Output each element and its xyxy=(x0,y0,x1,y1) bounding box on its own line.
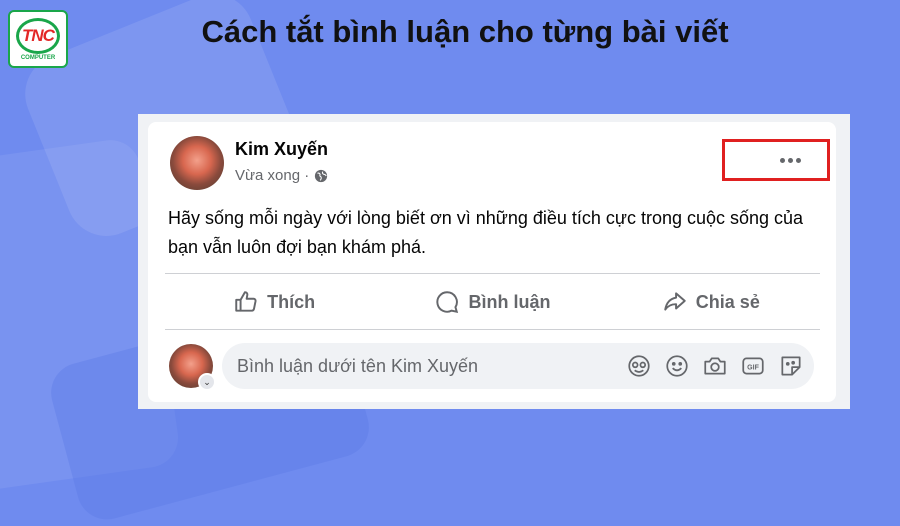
share-label: Chia sẻ xyxy=(695,291,760,312)
comment-button[interactable]: Bình luận xyxy=(383,289,601,315)
sticker-icon[interactable] xyxy=(778,353,804,379)
svg-text:GIF: GIF xyxy=(747,364,759,371)
post-author[interactable]: Kim Xuyến xyxy=(235,139,328,160)
comment-icon xyxy=(436,291,459,314)
comment-placeholder: Bình luận dưới tên Kim Xuyến xyxy=(237,356,478,376)
globe-icon xyxy=(315,169,328,182)
gif-icon[interactable]: GIF xyxy=(740,353,766,379)
post-actions: Thích Bình luận Chia sẻ xyxy=(165,280,820,324)
comment-tools: GIF xyxy=(626,353,804,379)
post-text: Hãy sống mỗi ngày với lòng biết ơn vì nh… xyxy=(168,208,804,257)
divider xyxy=(165,329,820,330)
comment-label: Bình luận xyxy=(468,291,551,312)
divider xyxy=(165,273,820,274)
like-label: Thích xyxy=(267,291,316,312)
logo-subtext: COMPUTER xyxy=(20,54,56,61)
emoji-icon[interactable] xyxy=(664,353,690,379)
avatar-sticker-icon[interactable] xyxy=(626,353,652,379)
like-icon xyxy=(235,291,257,312)
comment-input[interactable]: Bình luận dưới tên Kim Xuyến GIF xyxy=(222,343,814,389)
camera-icon[interactable] xyxy=(702,353,728,379)
post-options-button[interactable] xyxy=(722,139,830,181)
more-options-icon xyxy=(779,157,801,163)
chevron-down-icon[interactable]: ⌄ xyxy=(198,373,216,391)
page-title: Cách tắt bình luận cho từng bài viết xyxy=(201,14,729,49)
share-button[interactable]: Chia sẻ xyxy=(602,289,820,315)
post-meta: Vừa xong · xyxy=(235,167,328,184)
post-time[interactable]: Vừa xong · xyxy=(235,167,309,184)
author-avatar[interactable] xyxy=(170,136,224,190)
share-icon xyxy=(664,292,686,311)
like-button[interactable]: Thích xyxy=(165,289,383,315)
